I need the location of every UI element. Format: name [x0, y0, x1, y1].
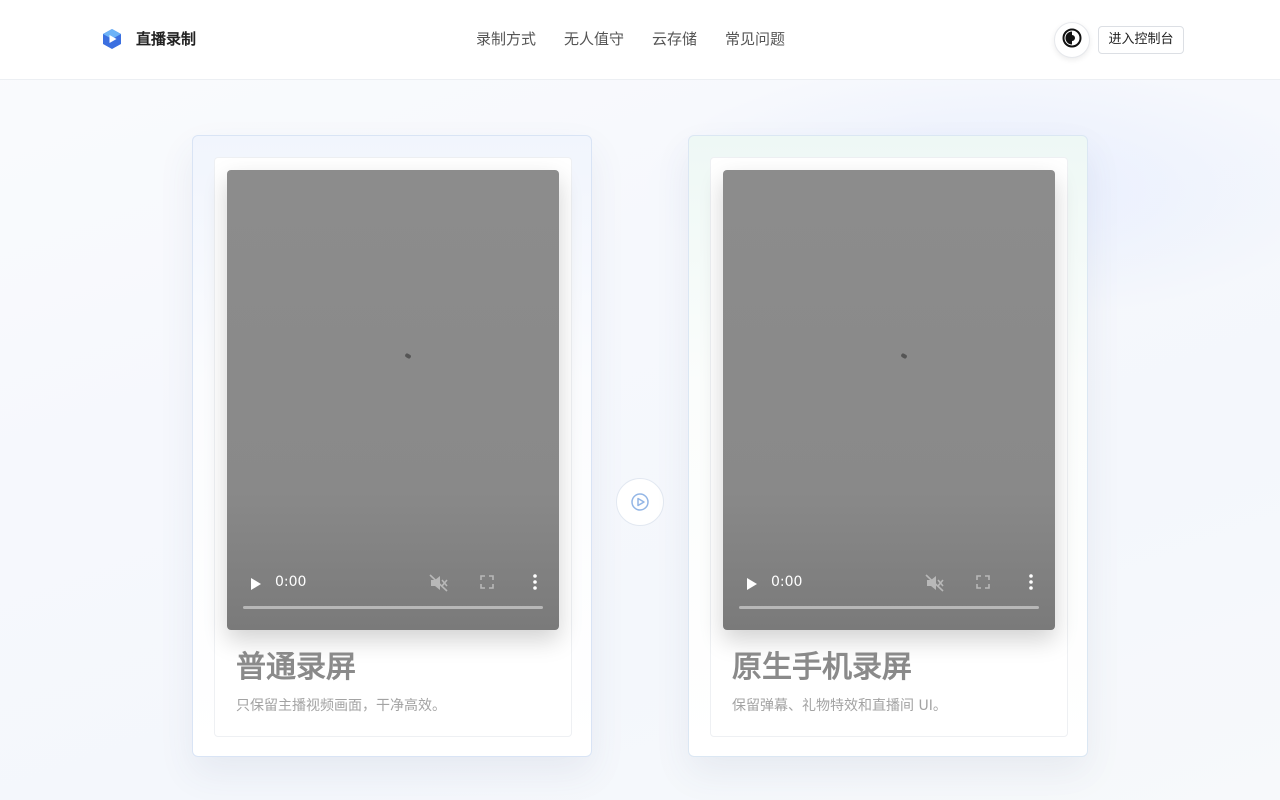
card-title: 原生手机录屏 — [732, 650, 912, 685]
loading-indicator — [900, 352, 908, 360]
video-controls: 0:00 — [227, 570, 559, 630]
loading-indicator — [404, 352, 412, 360]
logo-icon[interactable] — [102, 28, 122, 50]
play-icon[interactable] — [743, 576, 759, 592]
card-native-phone-recording: 0:00 原生手机录屏 保留弹幕、礼物特效和直播间 UI。 — [688, 135, 1088, 757]
video-progress-bar[interactable] — [739, 606, 1039, 609]
nav-item-faq[interactable]: 常见问题 — [725, 29, 785, 49]
theme-toggle-button[interactable] — [1054, 22, 1090, 58]
muted-icon[interactable] — [925, 574, 945, 592]
play-circle-icon — [616, 478, 664, 526]
main-nav: 录制方式 无人值守 云存储 常见问题 — [476, 29, 785, 49]
nav-item-unattended[interactable]: 无人值守 — [564, 29, 624, 49]
card-description: 只保留主播视频画面，干净高效。 — [236, 698, 446, 714]
card-inner: 0:00 — [214, 157, 572, 737]
video-time: 0:00 — [275, 574, 307, 590]
video-progress-bar[interactable] — [243, 606, 543, 609]
video-time: 0:00 — [771, 574, 803, 590]
more-vert-icon[interactable] — [1023, 573, 1039, 591]
video-player[interactable]: 0:00 — [227, 170, 559, 630]
fullscreen-icon[interactable] — [975, 574, 991, 590]
contrast-icon — [1062, 28, 1082, 52]
brand-name[interactable]: 直播录制 — [136, 29, 196, 49]
play-icon[interactable] — [247, 576, 263, 592]
site-header: 直播录制 录制方式 无人值守 云存储 常见问题 进入控制台 — [0, 0, 1280, 80]
video-player[interactable]: 0:00 — [723, 170, 1055, 630]
nav-item-cloud-storage[interactable]: 云存储 — [652, 29, 697, 49]
enter-console-button[interactable]: 进入控制台 — [1098, 26, 1184, 54]
muted-icon[interactable] — [429, 574, 449, 592]
nav-item-recording-modes[interactable]: 录制方式 — [476, 29, 536, 49]
more-vert-icon[interactable] — [527, 573, 543, 591]
fullscreen-icon[interactable] — [479, 574, 495, 590]
card-normal-recording: 0:00 普通录屏 只保留主播视频画面，干净高效。 — [192, 135, 592, 757]
card-description: 保留弹幕、礼物特效和直播间 UI。 — [732, 698, 947, 714]
card-title: 普通录屏 — [236, 650, 356, 685]
card-inner: 0:00 — [710, 157, 1068, 737]
video-controls: 0:00 — [723, 570, 1055, 630]
